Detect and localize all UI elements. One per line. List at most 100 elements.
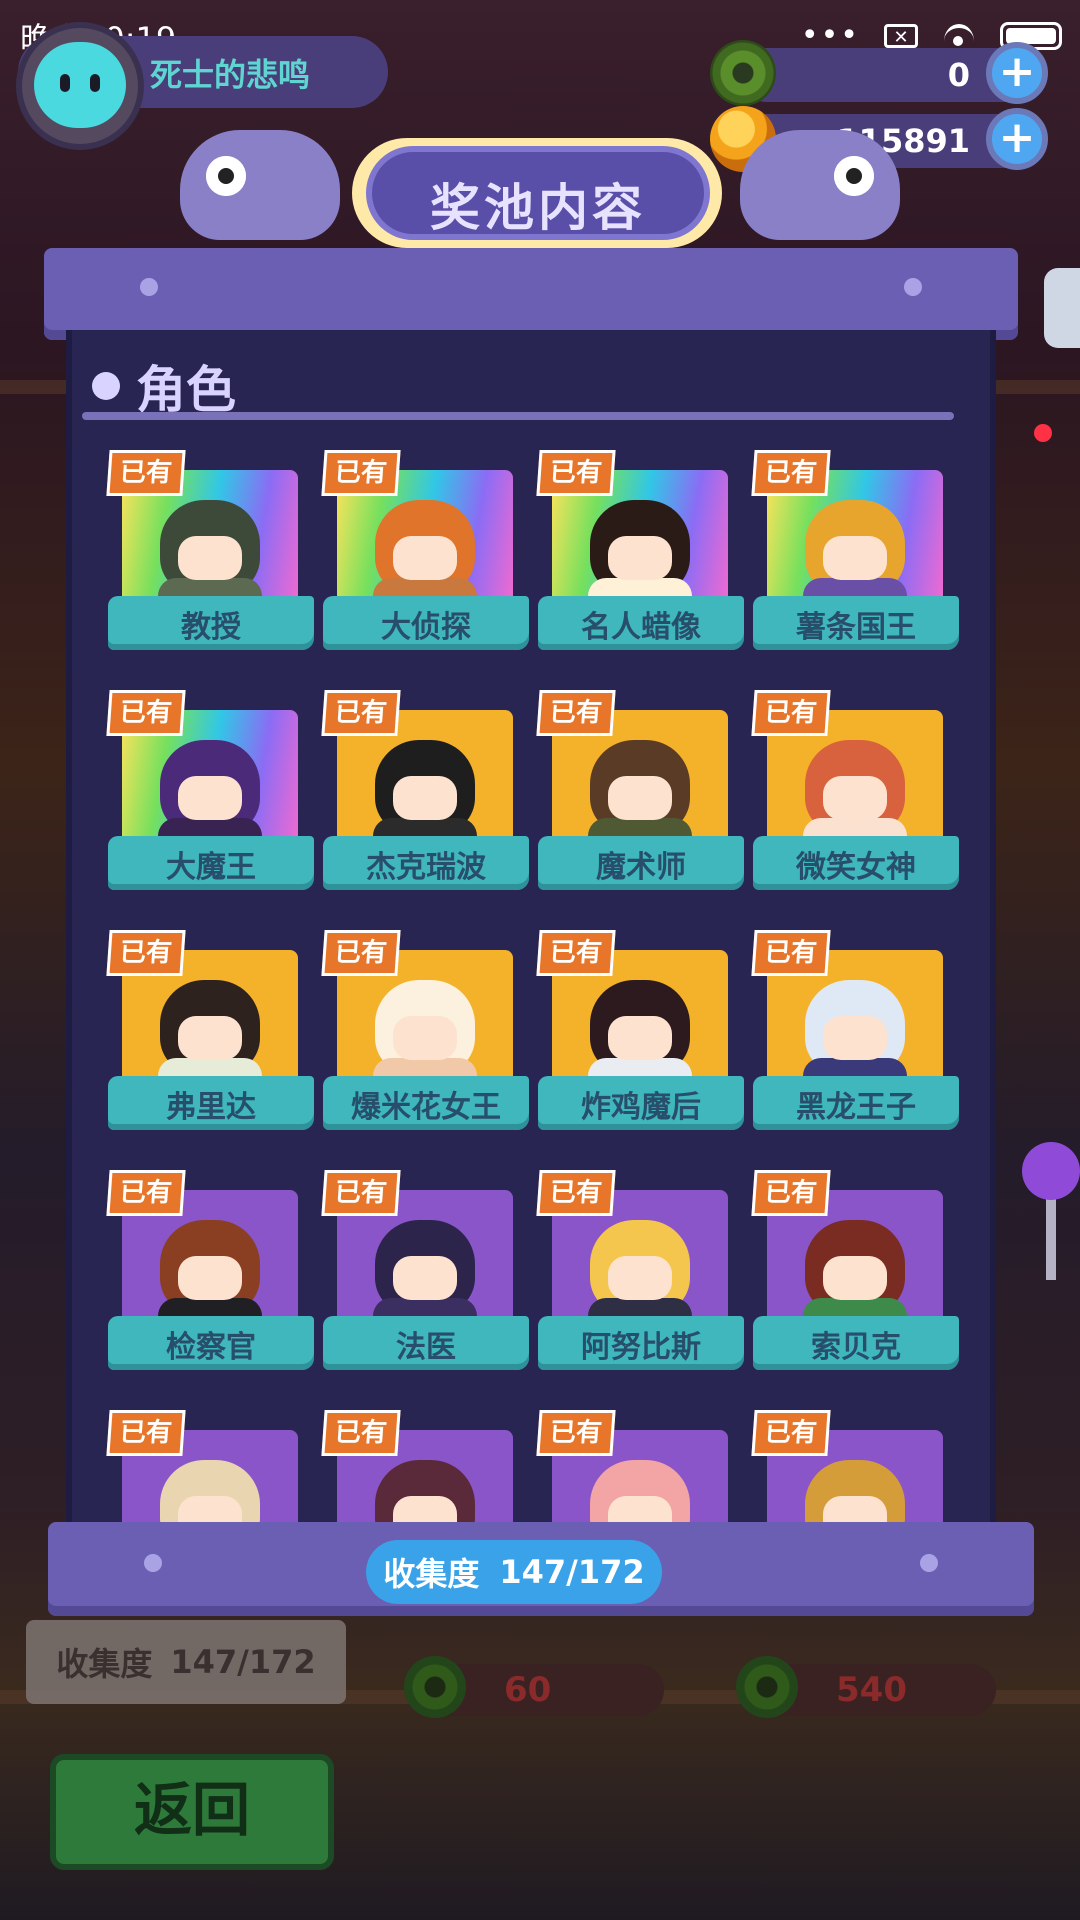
character-card[interactable]: 已有 弗里达 — [106, 930, 314, 1140]
rivet-icon — [920, 1554, 938, 1572]
single-draw-price: 60 — [404, 1656, 664, 1718]
lever-stick — [1046, 1190, 1056, 1280]
owned-badge: 已有 — [106, 1410, 186, 1456]
add-coin-button[interactable]: + — [986, 108, 1048, 170]
character-face — [393, 1256, 457, 1300]
character-card[interactable]: 已有 大魔王 — [106, 690, 314, 900]
character-face — [608, 1016, 672, 1060]
side-decoration — [1044, 268, 1080, 348]
wifi-icon — [942, 22, 976, 50]
character-name-plate: 爆米花女王 — [323, 1076, 529, 1130]
character-card[interactable]: 已有 — [106, 1410, 314, 1525]
character-card[interactable]: 已有 — [536, 1410, 744, 1525]
title-plate: 奖池内容 — [366, 146, 710, 240]
page-title: 奖池内容 — [430, 179, 646, 237]
fish-decoration-right — [740, 130, 900, 240]
character-name-plate: 索贝克 — [753, 1316, 959, 1370]
owned-badge: 已有 — [321, 690, 401, 736]
board-top-frame — [44, 248, 1018, 340]
character-card[interactable]: 已有 大侦探 — [321, 450, 529, 660]
notification-dot-icon — [1034, 424, 1052, 442]
owned-badge: 已有 — [536, 1410, 616, 1456]
character-name-plate: 杰克瑞波 — [323, 836, 529, 890]
bullet-dot-icon — [92, 372, 120, 400]
player-avatar[interactable] — [22, 28, 138, 144]
background-collection-sign: 收集度 147/172 — [26, 1620, 346, 1704]
character-name: 索贝克 — [811, 1330, 901, 1365]
owned-badge: 已有 — [751, 450, 831, 496]
owned-badge: 已有 — [536, 930, 616, 976]
back-button[interactable]: 返回 — [50, 1754, 334, 1870]
character-card[interactable]: 已有微笑女神 — [751, 690, 959, 900]
multi-draw-value: 540 — [836, 1670, 907, 1710]
character-name-plate: 大侦探 — [323, 596, 529, 650]
character-card[interactable]: 已有薯条国王 — [751, 450, 959, 660]
owned-badge: 已有 — [321, 930, 401, 976]
character-card[interactable]: 已有 检察官 — [106, 1170, 314, 1380]
owned-badge: 已有 — [536, 690, 616, 736]
add-donut-button[interactable]: + — [986, 42, 1048, 104]
character-card[interactable]: 已有 名人蜡像 — [536, 450, 744, 660]
character-name: 薯条国王 — [796, 610, 916, 645]
rivet-icon — [904, 278, 922, 296]
character-name: 阿努比斯 — [581, 1330, 701, 1365]
prize-pool-panel[interactable]: 角色 已有 教授 已有 大侦探 已有 名人蜡像 已有 薯条国王 已有 大魔王 已有 杰克瑞波 已有 魔术师… — [66, 330, 996, 1525]
background-collection-label: 收集度 — [56, 1645, 153, 1683]
collection-label: 收集度 — [383, 1555, 480, 1593]
character-card[interactable]: 已有 — [751, 1410, 959, 1525]
cat-face-icon — [34, 42, 126, 128]
character-card[interactable]: 已有 黑龙王子 — [751, 930, 959, 1140]
character-name: 爆米花女王 — [351, 1090, 501, 1125]
character-card[interactable]: 已有魔术师 — [536, 690, 744, 900]
character-name: 教授 — [181, 610, 241, 645]
character-name: 魔术师 — [596, 850, 686, 885]
owned-badge: 已有 — [321, 1410, 401, 1456]
character-name-plate: 薯条国王 — [753, 596, 959, 650]
owned-badge: 已有 — [536, 1170, 616, 1216]
character-name: 法医 — [396, 1330, 456, 1365]
character-name: 弗里达 — [166, 1090, 256, 1125]
character-card[interactable]: 已有 法医 — [321, 1170, 529, 1380]
character-face — [823, 536, 887, 580]
character-name-plate: 炸鸡魔后 — [538, 1076, 744, 1130]
character-face — [823, 1496, 887, 1525]
sim-x-icon: ✕ — [884, 23, 918, 48]
character-face — [608, 776, 672, 820]
character-name: 炸鸡魔后 — [581, 1090, 701, 1125]
character-card[interactable]: 已有教授 — [106, 450, 314, 660]
character-name: 微笑女神 — [796, 850, 916, 885]
character-face — [178, 776, 242, 820]
character-card[interactable]: 已有索贝克 — [751, 1170, 959, 1380]
fish-eye-icon — [834, 156, 874, 196]
fish-eye-icon — [206, 156, 246, 196]
character-card[interactable]: 已有爆米花女王 — [321, 930, 529, 1140]
character-face — [393, 536, 457, 580]
character-name-plate: 法医 — [323, 1316, 529, 1370]
character-card[interactable]: 已有 — [321, 1410, 529, 1525]
character-face — [823, 776, 887, 820]
owned-badge: 已有 — [106, 450, 186, 496]
character-face — [178, 1016, 242, 1060]
owned-badge: 已有 — [536, 450, 616, 496]
donut-icon — [710, 40, 776, 106]
character-name-plate: 弗里达 — [108, 1076, 314, 1130]
owned-badge: 已有 — [106, 690, 186, 736]
character-name: 检察官 — [166, 1330, 256, 1365]
character-face — [823, 1256, 887, 1300]
character-card[interactable]: 已有 杰克瑞波 — [321, 690, 529, 900]
character-name: 黑龙王子 — [796, 1090, 916, 1125]
character-face — [608, 536, 672, 580]
owned-badge: 已有 — [751, 690, 831, 736]
single-draw-value: 60 — [504, 1670, 552, 1710]
section-divider — [82, 412, 954, 420]
character-face — [178, 536, 242, 580]
donut-icon — [404, 1656, 466, 1718]
character-card[interactable]: 已有阿努比斯 — [536, 1170, 744, 1380]
owned-badge: 已有 — [321, 450, 401, 496]
collection-value: 147/172 — [499, 1553, 645, 1591]
character-card[interactable]: 已有炸鸡魔后 — [536, 930, 744, 1140]
character-face — [393, 1496, 457, 1525]
lever-knob[interactable] — [1022, 1142, 1080, 1200]
owned-badge: 已有 — [751, 1170, 831, 1216]
background-collection-value: 147/172 — [170, 1643, 316, 1681]
